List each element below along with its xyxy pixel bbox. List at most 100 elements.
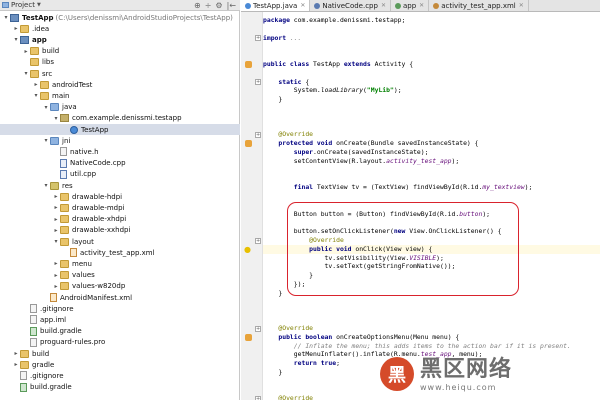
tree-item[interactable]: ▸ build (0, 348, 240, 359)
fold-toggle-icon[interactable]: + (255, 131, 261, 138)
code-line[interactable] (263, 298, 600, 307)
code-line[interactable] (263, 25, 600, 34)
tree-item[interactable]: ▸ build (0, 46, 240, 57)
expanded-arrow-icon[interactable]: ▾ (22, 70, 30, 77)
tree-item[interactable]: ▾ java (0, 102, 240, 113)
code-line[interactable] (263, 51, 600, 60)
tree-item[interactable]: ▾ layout (0, 236, 240, 247)
gear-icon[interactable]: ⚙ (215, 1, 222, 10)
code-line[interactable]: package com.example.denissmi.testapp; (263, 16, 600, 25)
code-line[interactable] (263, 42, 600, 51)
code-line[interactable] (263, 306, 600, 315)
collapsed-arrow-icon[interactable]: ▸ (32, 81, 40, 88)
editor-tab[interactable]: activity_test_app.xml ✕ (429, 0, 529, 11)
tree-item[interactable]: ▸ drawable-xxhdpi (0, 225, 240, 236)
editor-tab[interactable]: TestApp.java ✕ (241, 0, 311, 11)
collapsed-arrow-icon[interactable]: ▸ (52, 272, 60, 279)
expanded-arrow-icon[interactable]: ▾ (42, 104, 50, 111)
tree-item[interactable]: ▾ main (0, 90, 240, 101)
code-line[interactable] (263, 104, 600, 113)
fold-toggle-icon[interactable]: + (255, 35, 261, 42)
tree-item[interactable]: ▸ drawable-mdpi (0, 202, 240, 213)
tree-item[interactable]: app.iml (0, 314, 240, 325)
lightbulb-icon[interactable]: ● (244, 245, 252, 254)
code-line[interactable]: public boolean onCreateOptionsMenu(Menu … (263, 333, 600, 342)
tree-item[interactable]: native.h (0, 146, 240, 157)
collapsed-arrow-icon[interactable]: ▸ (22, 48, 30, 55)
expanded-arrow-icon[interactable]: ▾ (52, 115, 60, 122)
override-marker-icon[interactable] (245, 140, 252, 148)
expanded-arrow-icon[interactable]: ▾ (32, 92, 40, 99)
fold-toggle-icon[interactable]: + (255, 237, 261, 244)
close-tab-icon[interactable]: ✕ (519, 2, 524, 9)
tree-item[interactable]: build.gradle (0, 326, 240, 337)
scroll-from-source-icon[interactable]: ⊕ (194, 1, 201, 10)
tree-item[interactable]: ▸ gradle (0, 359, 240, 370)
tree-item[interactable]: ▾ res (0, 180, 240, 191)
code-line[interactable]: super.onCreate(savedInstanceState); (263, 148, 600, 157)
code-line[interactable] (263, 315, 600, 324)
expanded-arrow-icon[interactable]: ▾ (42, 182, 50, 189)
close-tab-icon[interactable]: ✕ (419, 2, 424, 9)
tree-item[interactable]: TestApp (0, 124, 240, 135)
tree-item[interactable]: ▾ jni (0, 135, 240, 146)
tree-item[interactable]: ▸ drawable-hdpi (0, 191, 240, 202)
collapse-all-icon[interactable]: ÷ (205, 1, 212, 10)
code-line[interactable]: System.loadLibrary("MyLib"); (263, 86, 600, 95)
tree-item[interactable]: .gitignore (0, 303, 240, 314)
code-line[interactable] (263, 166, 600, 175)
collapsed-arrow-icon[interactable]: ▸ (52, 227, 60, 234)
expanded-arrow-icon[interactable]: ▾ (52, 238, 60, 245)
fold-toggle-icon[interactable]: + (255, 395, 261, 400)
tree-item[interactable]: ▸ .idea (0, 23, 240, 34)
hide-panel-icon[interactable]: |← (227, 1, 236, 10)
collapsed-arrow-icon[interactable]: ▸ (12, 350, 20, 357)
collapsed-arrow-icon[interactable]: ▸ (52, 193, 60, 200)
close-tab-icon[interactable]: ✕ (300, 2, 305, 9)
tree-item[interactable]: libs (0, 57, 240, 68)
expanded-arrow-icon[interactable]: ▾ (12, 36, 20, 43)
tree-item[interactable]: build.gradle (0, 382, 240, 393)
collapsed-arrow-icon[interactable]: ▸ (52, 283, 60, 290)
tree-item[interactable]: ▸ drawable-xhdpi (0, 214, 240, 225)
code-line[interactable] (263, 174, 600, 183)
code-line[interactable] (263, 122, 600, 131)
code-line[interactable]: static { (263, 78, 600, 87)
tree-item[interactable]: proguard-rules.pro (0, 337, 240, 348)
code-line[interactable]: protected void onCreate(Bundle savedInst… (263, 139, 600, 148)
code-editor[interactable]: TestApp.java ✕ NativeCode.cpp ✕ app ✕ activity… (241, 0, 600, 400)
override-marker-icon[interactable] (245, 61, 252, 68)
tree-item[interactable]: ▸ values (0, 270, 240, 281)
tree-item[interactable]: AndroidManifest.xml (0, 292, 240, 303)
collapsed-arrow-icon[interactable]: ▸ (12, 25, 20, 32)
code-line[interactable]: } (263, 95, 600, 104)
code-line[interactable]: @Override (263, 324, 600, 333)
collapsed-arrow-icon[interactable]: ▸ (12, 361, 20, 368)
collapsed-arrow-icon[interactable]: ▸ (52, 216, 60, 223)
expanded-arrow-icon[interactable]: ▾ (2, 14, 10, 21)
code-line[interactable] (263, 192, 600, 201)
editor-tab[interactable]: NativeCode.cpp ✕ (310, 0, 391, 11)
close-tab-icon[interactable]: ✕ (381, 2, 386, 9)
code-line[interactable]: public class TestApp extends Activity { (263, 60, 600, 69)
tree-item[interactable]: ▸ values-w820dp (0, 281, 240, 292)
code-line[interactable]: @Override (263, 130, 600, 139)
tree-item[interactable]: ▸ androidTest (0, 79, 240, 90)
fold-toggle-icon[interactable]: + (255, 325, 261, 332)
tree-item[interactable]: activity_test_app.xml (0, 247, 240, 258)
override-marker-icon[interactable] (245, 333, 252, 341)
code-line[interactable]: setContentView(R.layout.activity_test_ap… (263, 157, 600, 166)
tree-item[interactable]: ▾ com.example.denissmi.testapp (0, 113, 240, 124)
tree-item[interactable]: util.cpp (0, 169, 240, 180)
tree-item[interactable]: NativeCode.cpp (0, 158, 240, 169)
code-line[interactable]: import ... (263, 34, 600, 43)
fold-toggle-icon[interactable]: + (255, 79, 261, 86)
tree-item[interactable]: ▸ menu (0, 258, 240, 269)
tree-item[interactable]: ▾ src (0, 68, 240, 79)
editor-tab[interactable]: app ✕ (390, 0, 430, 11)
collapsed-arrow-icon[interactable]: ▸ (52, 204, 60, 211)
tree-item[interactable]: .gitignore (0, 370, 240, 381)
tree-item[interactable]: ▾ app (0, 34, 240, 45)
collapsed-arrow-icon[interactable]: ▸ (52, 260, 60, 267)
project-view-selector[interactable]: Project ▼ (2, 1, 41, 9)
